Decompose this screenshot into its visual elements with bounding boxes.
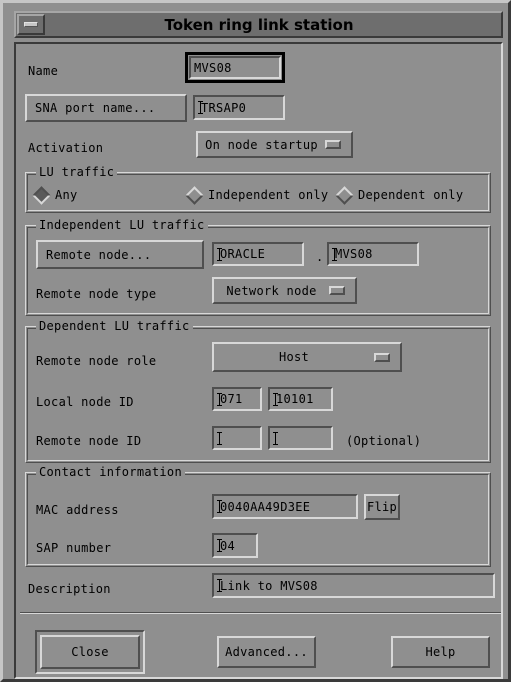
description-value: Link to MVS08: [220, 578, 318, 593]
radio-lu-traffic-dependent-only-label: Dependent only: [358, 188, 464, 202]
radio-lu-traffic-independent-only[interactable]: Independent only: [185, 185, 329, 205]
radio-lu-traffic-independent-only-label: Independent only: [208, 188, 329, 202]
activation-label: Activation: [28, 141, 104, 155]
radio-lu-traffic-any[interactable]: Any: [32, 185, 78, 205]
description-label: Description: [28, 582, 111, 596]
text-caret-icon: [217, 431, 222, 445]
remote-node-role-value: Host: [278, 350, 310, 364]
chevron-down-icon: [374, 352, 390, 362]
remote-node-name-value: MVS08: [335, 247, 373, 261]
local-node-id-value-2: 10101: [276, 392, 314, 406]
text-caret-icon: [198, 101, 203, 114]
local-node-id-value-1: 071: [220, 392, 243, 406]
sap-number-input[interactable]: 04: [212, 533, 258, 558]
contact-information-group-title: Contact information: [36, 465, 185, 479]
name-label: Name: [28, 64, 59, 78]
text-caret-icon: [217, 579, 222, 592]
remote-node-type-label: Remote node type: [36, 287, 157, 301]
name-input[interactable]: MVS08: [189, 56, 281, 79]
minimize-button[interactable]: [17, 14, 45, 35]
action-separator: [20, 612, 501, 614]
local-node-id-input-1[interactable]: 071: [212, 387, 262, 411]
description-input[interactable]: Link to MVS08: [212, 573, 495, 598]
text-caret-icon: [217, 392, 222, 406]
remote-node-name-input[interactable]: MVS08: [327, 242, 419, 266]
text-caret-icon: [217, 500, 222, 513]
advanced-button[interactable]: Advanced...: [217, 636, 316, 668]
flip-button[interactable]: Flip: [364, 494, 400, 520]
text-caret-icon: [332, 247, 337, 261]
remote-node-role-dropdown[interactable]: Host: [212, 342, 402, 372]
remote-node-id-input-1[interactable]: [212, 426, 262, 450]
window-interior: Token ring link station Name MVS08 SNA p…: [6, 6, 505, 679]
form-area: Name MVS08 SNA port name... TRSAP0 Activ…: [16, 44, 501, 677]
text-caret-icon: [217, 539, 222, 552]
radio-lu-traffic-any-label: Any: [55, 188, 78, 202]
dialog-body: Name MVS08 SNA port name... TRSAP0 Activ…: [14, 42, 503, 679]
remote-node-id-input-2[interactable]: [268, 426, 333, 450]
activation-value: On node startup: [205, 137, 318, 152]
local-node-id-input-2[interactable]: 10101: [268, 387, 333, 411]
window-title: Token ring link station: [164, 15, 354, 34]
radio-lu-traffic-dependent-only[interactable]: Dependent only: [335, 185, 464, 205]
title-bar: Token ring link station: [14, 11, 503, 38]
text-caret-icon: [273, 431, 278, 445]
radio-diamond-icon: [32, 185, 51, 205]
minimize-icon: [24, 22, 38, 27]
lu-traffic-group-title: LU traffic: [36, 165, 118, 179]
remote-node-id-optional-label: (Optional): [346, 434, 422, 448]
remote-node-type-value: Network node: [226, 283, 317, 298]
close-button[interactable]: Close: [40, 635, 140, 669]
mac-address-input[interactable]: 0040AA49D3EE: [212, 494, 358, 519]
help-button[interactable]: Help: [391, 636, 490, 668]
remote-node-network-value: ORACLE: [220, 247, 266, 261]
remote-node-type-dropdown[interactable]: Network node: [212, 277, 357, 304]
radio-diamond-icon: [185, 185, 204, 205]
sna-port-name-input[interactable]: TRSAP0: [193, 95, 285, 120]
name-input-value: MVS08: [194, 60, 232, 75]
remote-node-separator: .: [316, 250, 324, 264]
text-caret-icon: [217, 247, 222, 261]
text-caret-icon: [273, 392, 278, 406]
independent-lu-traffic-group-title: Independent LU traffic: [36, 218, 208, 232]
sap-number-value: 04: [220, 538, 236, 553]
dependent-lu-traffic-group-title: Dependent LU traffic: [36, 319, 193, 333]
token-ring-link-station-window: Token ring link station Name MVS08 SNA p…: [0, 0, 511, 682]
remote-node-button[interactable]: Remote node...: [36, 240, 204, 269]
mac-address-value: 0040AA49D3EE: [220, 499, 311, 514]
activation-dropdown[interactable]: On node startup: [196, 131, 353, 158]
sap-number-label: SAP number: [36, 541, 112, 555]
sna-port-name-value: TRSAP0: [201, 100, 247, 115]
mac-address-label: MAC address: [36, 503, 119, 517]
chevron-down-icon: [329, 286, 345, 295]
chevron-down-icon: [325, 140, 341, 149]
radio-diamond-icon: [335, 185, 354, 205]
remote-node-role-label: Remote node role: [36, 354, 157, 368]
remote-node-network-input[interactable]: ORACLE: [212, 242, 304, 266]
local-node-id-label: Local node ID: [36, 395, 134, 409]
remote-node-id-label: Remote node ID: [36, 434, 142, 448]
sna-port-name-button[interactable]: SNA port name...: [25, 94, 187, 122]
